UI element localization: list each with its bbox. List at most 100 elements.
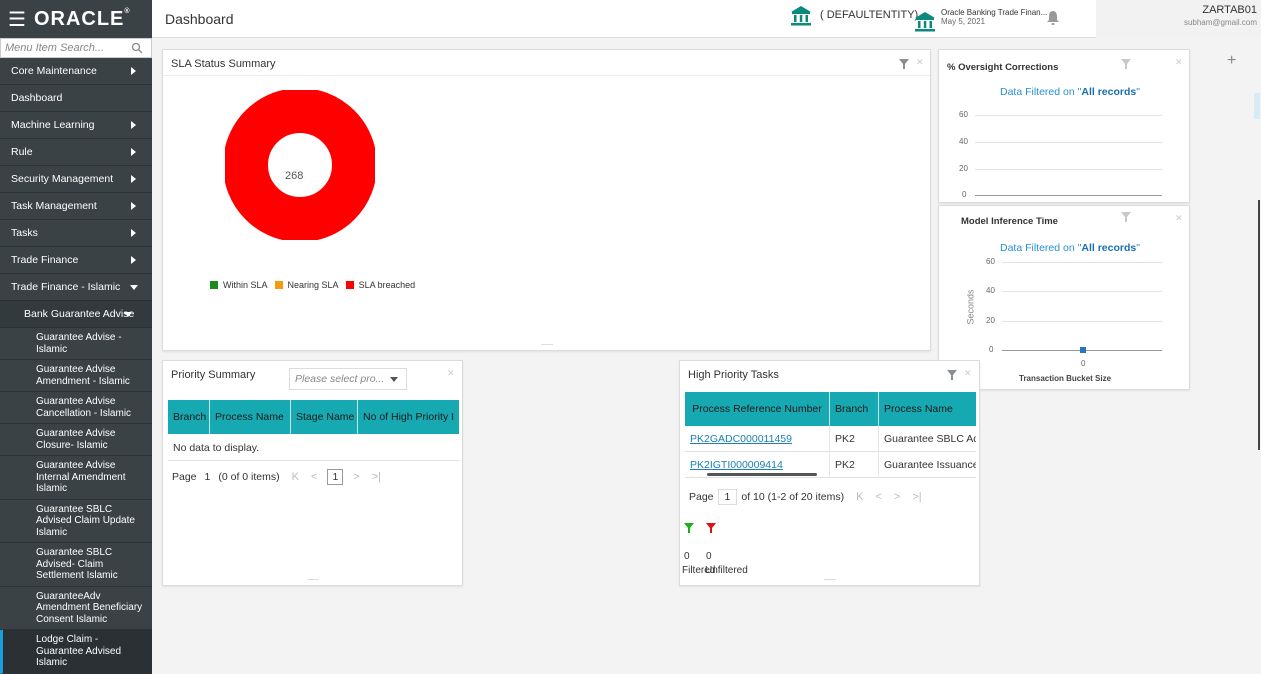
gridline bbox=[975, 115, 1162, 116]
resize-handle[interactable] bbox=[541, 344, 553, 345]
page-info: (0 of 0 items) bbox=[218, 471, 280, 483]
next-page-icon[interactable]: > bbox=[353, 471, 359, 483]
close-icon[interactable]: ✕ bbox=[1175, 213, 1183, 224]
sla-legend: Within SLA Nearing SLA SLA breached bbox=[210, 280, 422, 290]
panel-title: SLA Status Summary bbox=[171, 58, 276, 70]
user-name: ZARTAB01 bbox=[1202, 4, 1257, 16]
unfiltered-label: Unfiltered bbox=[705, 565, 748, 576]
panel-title: % Oversight Corrections bbox=[947, 62, 1059, 73]
prev-page-icon[interactable]: < bbox=[875, 491, 881, 503]
sidebar-item-task-management[interactable]: Task Management bbox=[0, 193, 152, 220]
close-icon[interactable]: ✕ bbox=[447, 368, 455, 379]
first-page-icon[interactable]: K bbox=[292, 471, 299, 483]
last-page-icon[interactable]: >| bbox=[372, 471, 381, 483]
sidebar-item-security-management[interactable]: Security Management bbox=[0, 166, 152, 193]
sidebar-item-trade-finance-islamic[interactable]: Trade Finance - Islamic bbox=[0, 274, 152, 301]
sidebar-leaf[interactable]: Guarantee Advise Amendment - Islamic bbox=[0, 360, 152, 392]
column-header[interactable]: Branch bbox=[830, 392, 879, 426]
close-icon[interactable]: ✕ bbox=[1175, 57, 1183, 68]
prev-page-icon[interactable]: < bbox=[311, 471, 317, 483]
process-ref-link[interactable]: PK2GADC000011459 bbox=[685, 425, 830, 452]
resize-handle[interactable] bbox=[307, 579, 319, 580]
sidebar-leaf[interactable]: Guarantee Advise Internal Amendment Isla… bbox=[0, 456, 152, 500]
page-input[interactable]: 1 bbox=[205, 471, 211, 483]
branch-cell: PK2 bbox=[830, 425, 879, 452]
hamburger-menu-icon[interactable]: ☰ bbox=[8, 7, 26, 32]
sidebar-item-dashboard[interactable]: Dashboard bbox=[0, 85, 152, 112]
legend-within-sla[interactable]: Within SLA bbox=[210, 280, 268, 290]
app-name: Oracle Banking Trade Finan... bbox=[941, 8, 1048, 17]
column-header[interactable]: Stage Name bbox=[291, 400, 358, 434]
gridline bbox=[1002, 291, 1162, 292]
filter-icon[interactable] bbox=[947, 370, 957, 380]
side-tab[interactable] bbox=[1254, 93, 1260, 119]
app-selector[interactable]: Oracle Banking Trade Finan... May 5, 202… bbox=[914, 2, 1047, 32]
search-input[interactable]: Menu Item Search... bbox=[5, 42, 131, 54]
page-input[interactable]: 1 bbox=[717, 489, 738, 505]
next-page-icon[interactable]: > bbox=[894, 491, 900, 503]
process-select[interactable]: Please select pro... bbox=[289, 368, 407, 390]
y-tick: 20 bbox=[959, 164, 968, 173]
current-page[interactable]: 1 bbox=[327, 469, 344, 485]
gridline bbox=[1002, 321, 1162, 322]
high-priority-table-header: Process Reference Number Branch Process … bbox=[685, 392, 976, 426]
data-point bbox=[1080, 347, 1086, 353]
y-tick: 60 bbox=[959, 110, 968, 119]
column-header[interactable]: No of High Priority I bbox=[358, 400, 459, 434]
resize-handle[interactable] bbox=[824, 579, 836, 580]
first-page-icon[interactable]: K bbox=[856, 491, 863, 503]
close-icon[interactable]: ✕ bbox=[916, 57, 924, 68]
unfiltered-icon[interactable] bbox=[706, 523, 716, 533]
process-cell: Guarantee Issuance bbox=[884, 458, 976, 471]
sidebar-group-bank-guarantee-advise[interactable]: Bank Guarantee Advise bbox=[0, 301, 152, 328]
filter-icon[interactable] bbox=[1121, 59, 1131, 69]
sidebar-item-tasks[interactable]: Tasks bbox=[0, 220, 152, 247]
sidebar-leaf[interactable]: Guarantee Advise Closure- Islamic bbox=[0, 424, 152, 456]
menu-search[interactable]: Menu Item Search... bbox=[0, 38, 152, 58]
vertical-scrollbar[interactable] bbox=[1258, 200, 1260, 450]
column-header[interactable]: Process Name bbox=[210, 400, 291, 434]
chevron-down-icon bbox=[124, 312, 132, 317]
sidebar-leaf[interactable]: Guarantee Advise Cancellation - Islamic bbox=[0, 392, 152, 424]
column-header[interactable]: Branch bbox=[168, 400, 210, 434]
app-date: May 5, 2021 bbox=[941, 17, 986, 26]
page-title: Dashboard bbox=[165, 11, 234, 27]
filter-icon[interactable] bbox=[1121, 212, 1131, 222]
gridline bbox=[975, 142, 1162, 143]
sidebar-item-rule[interactable]: Rule bbox=[0, 139, 152, 166]
y-axis-label: Seconds bbox=[965, 289, 976, 325]
y-tick: 40 bbox=[986, 286, 995, 295]
sidebar-leaf[interactable]: Guarantee Advise - Islamic bbox=[0, 328, 152, 360]
sidebar-leaf[interactable]: GuaranteeAdv Amendment Beneficiary Conse… bbox=[0, 586, 152, 630]
legend-sla-breached[interactable]: SLA breached bbox=[345, 280, 415, 290]
sidebar-item-core-maintenance[interactable]: Core Maintenance bbox=[0, 58, 152, 85]
last-page-icon[interactable]: >| bbox=[912, 491, 921, 503]
legend-nearing-sla[interactable]: Nearing SLA bbox=[274, 280, 339, 290]
sidebar-leaf[interactable]: Guarantee SBLC Advised- Claim Settlement… bbox=[0, 543, 152, 587]
column-header[interactable]: Process Reference Number bbox=[685, 392, 830, 426]
sidebar-leaf-active[interactable]: Lodge Claim - Guarantee Advised Islamic bbox=[0, 630, 152, 674]
add-widget-icon[interactable]: + bbox=[1227, 52, 1236, 70]
chevron-down-icon bbox=[130, 285, 138, 290]
gridline bbox=[975, 169, 1162, 170]
horizontal-scrollbar[interactable] bbox=[707, 473, 817, 476]
data-filter-label: Data Filtered on "All records" bbox=[1000, 242, 1140, 254]
filter-icon[interactable] bbox=[899, 59, 909, 69]
table-row[interactable]: PK2GADC000011459 PK2 Guarantee SBLC Ad bbox=[685, 425, 976, 452]
entity-selector[interactable]: ( DEFAULTENTITY) bbox=[790, 4, 918, 26]
y-tick: 0 bbox=[989, 345, 994, 354]
x-tick: 0 bbox=[1081, 359, 1086, 368]
sidebar-leaf[interactable]: Guarantee SBLC Advised Claim Update Isla… bbox=[0, 499, 152, 543]
column-header[interactable]: Process Name bbox=[879, 392, 976, 426]
panel-title: Priority Summary bbox=[171, 369, 256, 381]
search-icon[interactable] bbox=[131, 42, 143, 54]
priority-summary-panel: Priority Summary Please select pro... ✕ … bbox=[162, 360, 463, 586]
close-icon[interactable]: ✕ bbox=[964, 368, 972, 379]
user-profile[interactable]: ZARTAB01 subham@gmail.com bbox=[1096, 0, 1261, 38]
high-priority-pager: Page 1 of 10 (1-2 of 20 items) K < > >| bbox=[689, 489, 928, 505]
sidebar-item-trade-finance[interactable]: Trade Finance bbox=[0, 247, 152, 274]
filtered-icon[interactable] bbox=[684, 523, 694, 533]
sidebar-item-machine-learning[interactable]: Machine Learning bbox=[0, 112, 152, 139]
high-priority-tasks-panel: High Priority Tasks ✕ Process Reference … bbox=[679, 360, 980, 586]
bell-icon[interactable] bbox=[1046, 10, 1060, 26]
